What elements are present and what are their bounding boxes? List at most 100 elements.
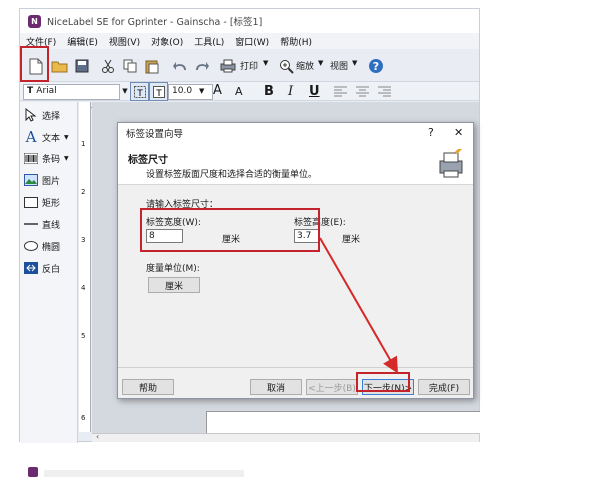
open-button[interactable] — [50, 56, 70, 76]
align-right-button[interactable] — [375, 82, 393, 100]
nicelabel-logo-icon-bottom — [28, 467, 38, 477]
paste-button[interactable] — [142, 56, 162, 76]
open-folder-icon — [51, 61, 68, 73]
tool-inverse-label: 反白 — [42, 264, 61, 275]
help-dialog-button[interactable]: 帮助 — [122, 379, 174, 395]
label-paper[interactable] — [206, 411, 480, 433]
rich-text-icon: T — [152, 85, 165, 98]
scissors-icon — [102, 59, 114, 73]
text-frame-icon: T — [133, 85, 146, 98]
tool-text-label: 文本 — [42, 133, 61, 144]
rectangle-icon — [24, 196, 38, 208]
text-type-icon: T — [27, 86, 37, 96]
underline-button[interactable]: U — [309, 84, 320, 99]
print-button[interactable] — [218, 56, 238, 76]
annotation-arrow — [319, 237, 398, 374]
save-button[interactable] — [72, 56, 92, 76]
ruler-number: 1 — [81, 140, 86, 148]
italic-button[interactable]: I — [288, 84, 293, 99]
cancel-button[interactable]: 取消 — [250, 379, 302, 395]
tool-select[interactable]: 选择 — [24, 106, 60, 124]
text-rtf-button[interactable]: T — [149, 82, 168, 101]
print-label[interactable]: 打印 — [240, 59, 258, 72]
new-button-highlight — [20, 46, 49, 82]
window-title: NiceLabel SE for Gprinter - Gainscha - [… — [47, 17, 263, 28]
svg-text:T: T — [155, 89, 162, 98]
svg-text:T: T — [136, 89, 143, 98]
tool-inverse[interactable]: 反白 — [24, 259, 60, 277]
redo-button[interactable] — [192, 56, 212, 76]
tool-ellipse-label: 椭圆 — [42, 242, 61, 253]
view-dropdown-icon[interactable]: ▼ — [352, 59, 357, 67]
menu-edit[interactable]: 编辑(E) — [67, 35, 98, 48]
tool-text[interactable]: A 文本 ▼ — [24, 128, 69, 146]
font-size-select[interactable]: 10.0 — [168, 84, 213, 100]
horizontal-scrollbar[interactable]: ‹ — [92, 432, 479, 442]
zoom-button[interactable] — [276, 56, 296, 76]
align-right-icon — [377, 86, 391, 96]
zoom-label[interactable]: 缩放 — [296, 59, 314, 72]
menu-tools[interactable]: 工具(L) — [194, 35, 224, 48]
tool-barcode[interactable]: 条码 ▼ — [24, 149, 69, 167]
align-center-button[interactable] — [353, 82, 371, 100]
tool-picture-label: 图片 — [42, 176, 61, 187]
dialog-title-bar: 标签设置向导 ? ✕ — [118, 123, 473, 143]
redo-icon — [196, 62, 209, 70]
zoom-dropdown-icon[interactable]: ▼ — [318, 59, 323, 67]
nicelabel-logo-icon: N — [28, 14, 41, 28]
paste-icon — [145, 60, 159, 73]
tool-line-label: 直线 — [42, 220, 61, 231]
size-dropdown-icon[interactable]: ▼ — [199, 87, 204, 95]
vertical-ruler: 1 2 3 4 5 6 — [79, 102, 91, 432]
dialog-help-icon[interactable]: ? — [428, 126, 434, 139]
tool-rectangle[interactable]: 矩形 — [24, 193, 60, 211]
menu-window[interactable]: 窗口(W) — [235, 35, 269, 48]
ruler-number: 6 — [81, 414, 86, 422]
zoom-icon — [279, 59, 294, 74]
label-setup-wizard-dialog: 标签设置向导 ? ✕ 标签尺寸 设置标签版面尺度和选择合适的衡量单位。 请输入标… — [117, 122, 474, 399]
help-button[interactable]: ? — [366, 56, 386, 76]
cropped-title-strip — [44, 470, 244, 477]
undo-button[interactable] — [170, 56, 190, 76]
ruler-number: 2 — [81, 188, 86, 196]
unit-button[interactable]: 厘米 — [148, 277, 200, 293]
dialog-close-icon[interactable]: ✕ — [454, 126, 463, 139]
tool-barcode-dropdown-icon[interactable]: ▼ — [64, 155, 69, 162]
menu-view[interactable]: 视图(V) — [109, 35, 140, 48]
main-toolbar: 打印 ▼ 缩放 ▼ 视图 ▼ ? — [20, 50, 479, 82]
tool-picture[interactable]: 图片 — [24, 171, 60, 189]
scroll-left-icon[interactable]: ‹ — [96, 432, 99, 441]
bold-button[interactable]: B — [264, 84, 274, 99]
font-family-value: Arial — [36, 86, 57, 96]
shrink-font-button[interactable]: A — [235, 85, 243, 98]
align-center-icon — [355, 86, 369, 96]
dialog-header: 标签尺寸 设置标签版面尺度和选择合适的衡量单位。 — [118, 143, 473, 185]
cut-button[interactable] — [98, 56, 118, 76]
copy-icon — [123, 59, 137, 73]
tool-ellipse[interactable]: 椭圆 — [24, 237, 60, 255]
view-menu-button[interactable]: 视图 — [330, 59, 348, 72]
ruler-number: 3 — [81, 236, 86, 244]
tool-line[interactable]: 直线 — [24, 215, 60, 233]
size-fields-highlight — [140, 208, 320, 252]
tool-text-dropdown-icon[interactable]: ▼ — [64, 134, 69, 141]
save-icon — [75, 59, 89, 73]
text-frame-button[interactable]: T — [130, 82, 149, 101]
align-left-button[interactable] — [331, 82, 349, 100]
tool-select-label: 选择 — [42, 111, 61, 122]
picture-icon — [24, 174, 38, 186]
tool-rectangle-label: 矩形 — [42, 198, 61, 209]
undo-icon — [173, 62, 186, 70]
copy-button[interactable] — [120, 56, 140, 76]
menu-object[interactable]: 对象(O) — [151, 35, 183, 48]
unit-label: 度量单位(M): — [146, 264, 200, 274]
print-dropdown-icon[interactable]: ▼ — [263, 59, 268, 67]
pointer-icon — [25, 108, 37, 122]
font-size-value: 10.0 — [172, 86, 193, 96]
menu-help[interactable]: 帮助(H) — [280, 35, 312, 48]
printer-icon — [220, 59, 236, 73]
grow-font-button[interactable]: A — [213, 83, 222, 98]
font-family-select[interactable]: T Arial — [23, 84, 120, 100]
svg-text:?: ? — [373, 60, 379, 73]
finish-button[interactable]: 完成(F) — [418, 379, 470, 395]
